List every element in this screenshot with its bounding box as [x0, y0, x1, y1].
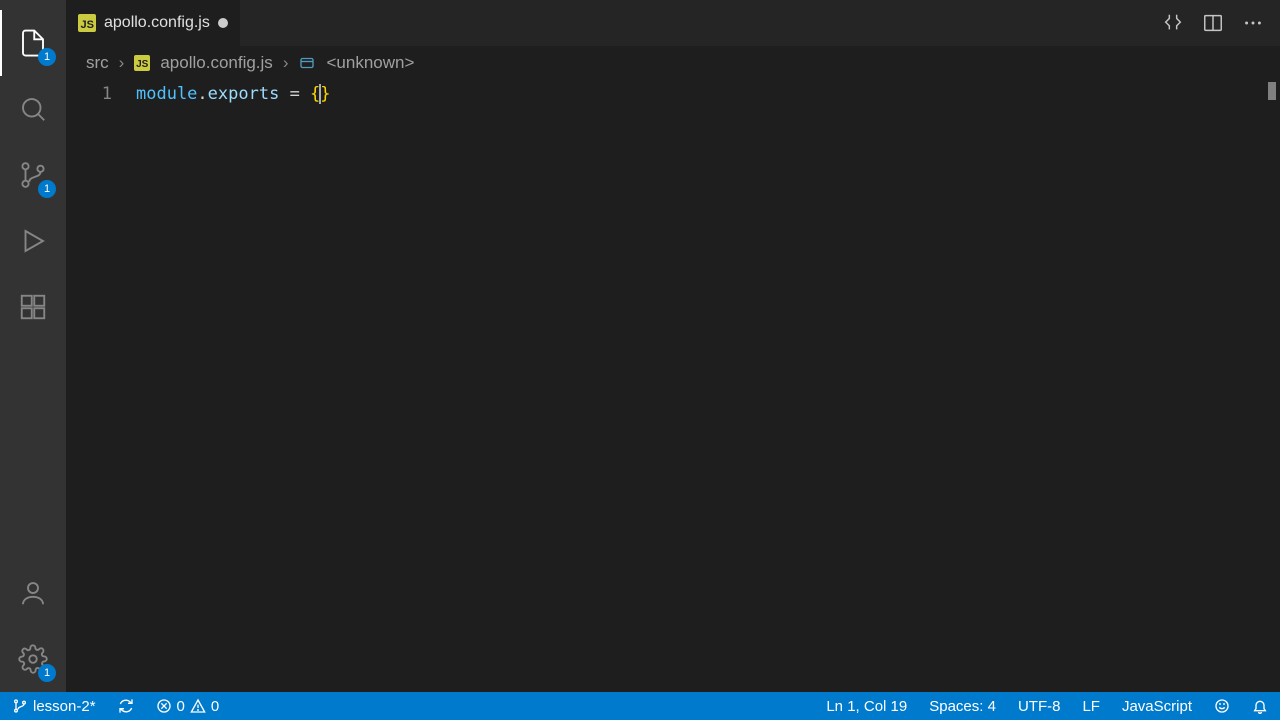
- ellipsis-icon: [1242, 12, 1264, 34]
- editor-body[interactable]: 1 module.exports = {}: [66, 80, 1280, 692]
- status-branch[interactable]: lesson-2*: [8, 698, 100, 715]
- breadcrumbs[interactable]: src › JS apollo.config.js › <unknown>: [66, 46, 1280, 80]
- editor-actions: [1162, 0, 1280, 46]
- activity-settings[interactable]: 1: [0, 626, 66, 692]
- symbol-module-icon: [298, 54, 316, 72]
- status-sync[interactable]: [114, 698, 138, 714]
- chevron-right-icon: ›: [119, 53, 125, 73]
- tab-filename: apollo.config.js: [104, 14, 210, 32]
- javascript-file-icon: JS: [78, 14, 96, 32]
- activity-run-debug[interactable]: [0, 208, 66, 274]
- line-number: 1: [66, 82, 112, 106]
- explorer-badge: 1: [38, 48, 56, 66]
- split-editor-button[interactable]: [1202, 12, 1224, 34]
- activity-source-control[interactable]: 1: [0, 142, 66, 208]
- chevron-right-icon: ›: [283, 53, 289, 73]
- breadcrumb-file[interactable]: apollo.config.js: [160, 53, 272, 73]
- activity-search[interactable]: [0, 76, 66, 142]
- account-icon: [18, 578, 48, 608]
- play-icon: [18, 226, 48, 256]
- error-count: 0: [177, 698, 185, 715]
- more-actions-button[interactable]: [1242, 12, 1264, 34]
- line-gutter: 1: [66, 80, 136, 692]
- status-indentation[interactable]: Spaces: 4: [925, 698, 1000, 715]
- status-cursor-position[interactable]: Ln 1, Col 19: [822, 698, 911, 715]
- warning-icon: [190, 698, 206, 714]
- activity-bar: 1 1 1: [0, 0, 66, 692]
- tab-bar: JS apollo.config.js: [66, 0, 1280, 46]
- settings-badge: 1: [38, 664, 56, 682]
- activity-accounts[interactable]: [0, 560, 66, 626]
- compare-changes-button[interactable]: [1162, 12, 1184, 34]
- bell-icon: [1252, 698, 1268, 714]
- status-notifications[interactable]: [1248, 698, 1272, 714]
- error-icon: [156, 698, 172, 714]
- sync-icon: [118, 698, 134, 714]
- activity-explorer[interactable]: 1: [0, 10, 66, 76]
- scm-badge: 1: [38, 180, 56, 198]
- status-bar: lesson-2* 0 0 Ln 1, Col 19 Spaces: 4 UTF…: [0, 692, 1280, 720]
- feedback-icon: [1214, 698, 1230, 714]
- activity-extensions[interactable]: [0, 274, 66, 340]
- status-eol[interactable]: LF: [1078, 698, 1104, 715]
- editor-region: JS apollo.config.js src › JS apollo: [66, 0, 1280, 692]
- warning-count: 0: [211, 698, 219, 715]
- branch-name: lesson-2*: [33, 698, 96, 715]
- javascript-file-icon: JS: [134, 55, 150, 71]
- extensions-icon: [18, 292, 48, 322]
- tab-apollo-config[interactable]: JS apollo.config.js: [66, 0, 241, 46]
- diff-icon: [1162, 12, 1184, 34]
- status-problems[interactable]: 0 0: [152, 698, 224, 715]
- breadcrumb-folder[interactable]: src: [86, 53, 109, 73]
- dirty-indicator-icon: [218, 18, 228, 28]
- code-line-1[interactable]: module.exports = {}: [136, 82, 1280, 106]
- split-icon: [1202, 12, 1224, 34]
- status-encoding[interactable]: UTF-8: [1014, 698, 1065, 715]
- breadcrumb-symbol[interactable]: <unknown>: [326, 53, 414, 73]
- search-icon: [18, 94, 48, 124]
- status-language[interactable]: JavaScript: [1118, 698, 1196, 715]
- git-branch-icon: [12, 698, 28, 714]
- status-feedback[interactable]: [1210, 698, 1234, 714]
- minimap[interactable]: [1268, 82, 1276, 100]
- code-area[interactable]: module.exports = {}: [136, 80, 1280, 692]
